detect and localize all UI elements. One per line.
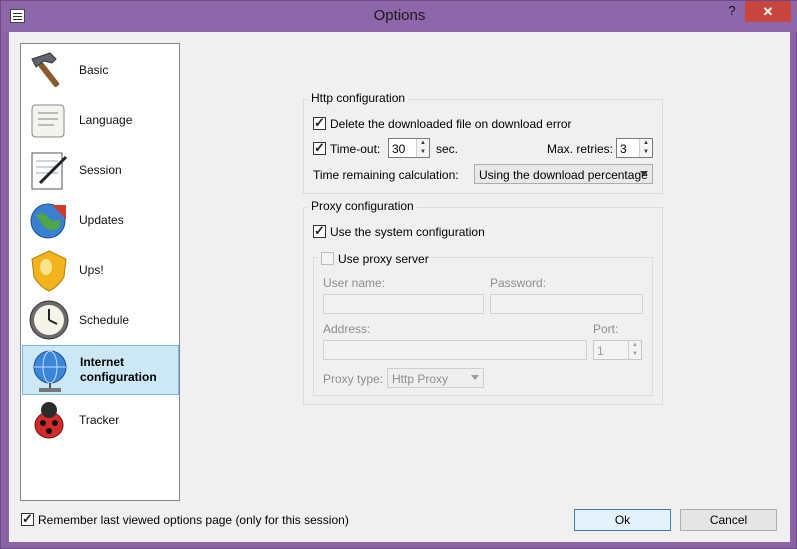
sidebar-item-label: Updates xyxy=(79,212,124,227)
username-label: User name: xyxy=(323,276,386,290)
max-retries-label: Max. retries: xyxy=(547,142,614,156)
sidebar-item-language[interactable]: Language xyxy=(22,95,179,145)
close-button[interactable]: ✕ xyxy=(745,1,791,22)
delete-on-error-label: Delete the downloaded file on download e… xyxy=(330,117,572,131)
help-button[interactable]: ? xyxy=(725,3,739,21)
remember-page-checkbox[interactable] xyxy=(21,511,34,527)
port-label: Port: xyxy=(593,322,619,336)
ladybug-icon xyxy=(26,397,72,443)
sidebar-item-session[interactable]: Session xyxy=(22,145,179,195)
chevron-down-icon xyxy=(640,171,648,176)
timeout-value: 30 xyxy=(392,142,406,156)
use-proxy-server-checkbox[interactable] xyxy=(321,252,334,265)
password-field[interactable] xyxy=(490,294,643,314)
sidebar-item-label: Language xyxy=(79,112,133,127)
username-field[interactable] xyxy=(323,294,484,314)
globe-arrow-icon xyxy=(26,197,72,243)
proxy-type-label: Proxy type: xyxy=(323,372,384,386)
sidebar-item-schedule[interactable]: Schedule xyxy=(22,295,179,345)
hammer-icon xyxy=(26,47,72,93)
sidebar-item-tracker[interactable]: Tracker xyxy=(22,395,179,445)
time-remaining-value: Using the download percentage xyxy=(479,168,648,182)
proxy-configuration-title: Proxy configuration xyxy=(308,199,417,213)
options-client-area: Basic Language Session Updates Ups! Sche… xyxy=(9,32,790,542)
sidebar-item-label: Basic xyxy=(79,62,109,77)
clock-icon xyxy=(26,297,72,343)
http-configuration-group: Http configuration Delete the downloaded… xyxy=(303,91,663,194)
max-retries-spinner-arrows[interactable]: ▲ ▼ xyxy=(639,139,652,157)
sidebar-item-basic[interactable]: Basic xyxy=(22,45,179,95)
timeout-spinner[interactable]: 30 ▲ ▼ xyxy=(388,138,430,158)
remember-page-label: Remember last viewed options page (only … xyxy=(38,513,349,527)
proxy-server-group: Use proxy server User name: Password: Ad… xyxy=(313,249,653,396)
time-remaining-dropdown[interactable]: Using the download percentage xyxy=(474,164,653,184)
sidebar-item-updates[interactable]: Updates xyxy=(22,195,179,245)
sidebar-item-label: Session xyxy=(79,162,122,177)
ok-button[interactable]: Ok xyxy=(574,509,671,531)
password-label: Password: xyxy=(490,276,547,290)
sidebar-item-ups[interactable]: Ups! xyxy=(22,245,179,295)
timeout-checkbox[interactable] xyxy=(313,140,326,156)
proxy-type-value: Http Proxy xyxy=(392,372,449,386)
address-label: Address: xyxy=(323,322,371,336)
http-configuration-title: Http configuration xyxy=(308,91,409,105)
address-field[interactable] xyxy=(323,340,587,360)
sidebar-item-label: Internet configuration xyxy=(80,355,157,384)
sidebar-item-label: Schedule xyxy=(79,312,130,327)
title-bar: Options ? ✕ xyxy=(1,1,797,32)
sidebar-item-internet-configuration[interactable]: Internet configuration xyxy=(22,345,179,395)
delete-on-error-checkbox[interactable] xyxy=(313,115,326,131)
proxy-type-dropdown[interactable]: Http Proxy xyxy=(387,368,484,388)
chevron-down-icon xyxy=(471,375,479,380)
options-window: Options ? ✕ Basic Language Session Updat… xyxy=(0,0,797,549)
warning-shield-icon xyxy=(26,247,72,293)
timeout-label: Time-out: xyxy=(330,142,381,156)
use-system-config-checkbox[interactable] xyxy=(313,223,326,239)
port-spinner[interactable]: 1 ▲ ▼ xyxy=(593,340,642,360)
sidebar-item-label: Ups! xyxy=(79,262,104,277)
network-globe-icon xyxy=(27,347,73,393)
use-system-config-label: Use the system configuration xyxy=(330,225,485,239)
port-value: 1 xyxy=(597,344,604,358)
max-retries-spinner[interactable]: 3 ▲ ▼ xyxy=(616,138,653,158)
port-spinner-arrows[interactable]: ▲ ▼ xyxy=(628,341,641,359)
use-proxy-server-label: Use proxy server xyxy=(338,252,429,266)
max-retries-value: 3 xyxy=(620,142,627,156)
options-page-list: Basic Language Session Updates Ups! Sche… xyxy=(20,43,180,501)
window-title: Options xyxy=(373,7,426,24)
time-remaining-label: Time remaining calculation: xyxy=(313,168,459,182)
notepad-pen-icon xyxy=(26,147,72,193)
sidebar-item-label: Tracker xyxy=(79,412,120,427)
scroll-icon xyxy=(26,97,72,143)
timeout-spinner-arrows[interactable]: ▲ ▼ xyxy=(416,139,429,157)
cancel-button[interactable]: Cancel xyxy=(680,509,777,531)
proxy-configuration-group: Proxy configuration Use the system confi… xyxy=(303,199,663,405)
timeout-unit-label: sec. xyxy=(436,142,459,156)
